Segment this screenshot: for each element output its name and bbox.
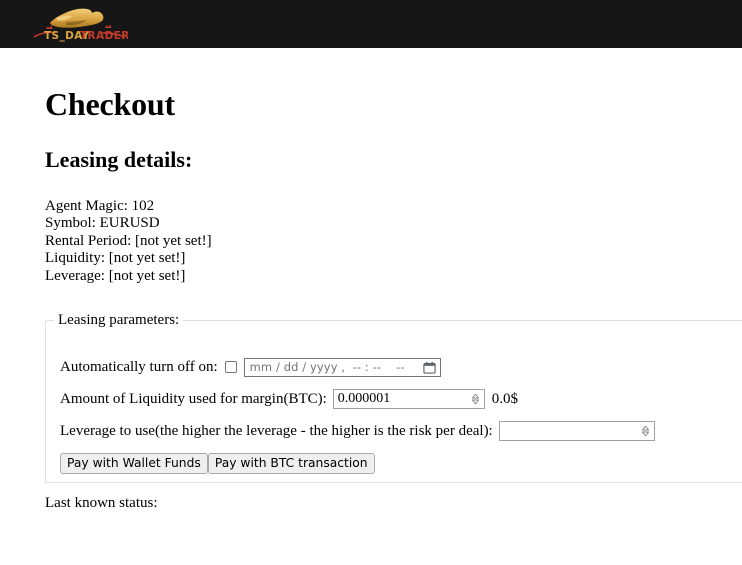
page-title: Checkout xyxy=(45,86,175,122)
row-liquidity-amount: Amount of Liquidity used for margin(BTC)… xyxy=(60,383,742,415)
page-content: Checkout Leasing details: Agent Magic: 1… xyxy=(0,86,742,512)
detail-liquidity: Liquidity: [not yet set!] xyxy=(45,250,186,267)
liquidity-value: 0.000001 xyxy=(337,391,391,407)
auto-turn-off-checkbox[interactable] xyxy=(224,361,237,374)
bull-logo-icon: TS_DAY TRADER xyxy=(33,8,129,42)
liquidity-label: Amount of Liquidity used for margin(BTC)… xyxy=(60,391,327,408)
leasing-parameters-legend: Leasing parameters: xyxy=(58,312,180,329)
auto-turn-off-label: Automatically turn off on: xyxy=(60,359,218,376)
liquidity-usd-equivalent: 0.0$ xyxy=(491,391,519,408)
site-header: TS_DAY TRADER xyxy=(0,0,742,48)
leverage-number-input[interactable] xyxy=(498,421,655,442)
detail-agent-magic: Agent Magic: 102 xyxy=(45,197,155,214)
row-auto-turn-off: Automatically turn off on: mm / dd / yyy… xyxy=(60,351,742,383)
leverage-label: Leverage to use(the higher the leverage … xyxy=(60,423,493,440)
detail-rental-period: Rental Period: [not yet set!] xyxy=(45,232,212,249)
auto-turn-off-datetime-input[interactable]: mm / dd / yyyy , -- : -- -- xyxy=(243,357,441,377)
row-leverage: Leverage to use(the higher the leverage … xyxy=(60,415,742,447)
last-known-status-label: Last known status: xyxy=(45,495,158,512)
right-tick-icon xyxy=(105,24,112,28)
pay-with-btc-transaction-button[interactable]: Pay with BTC transaction xyxy=(207,453,375,475)
leasing-details-list: Agent Magic: 102 Symbol: EURUSD Rental P… xyxy=(45,198,742,286)
datetime-placeholder-text: mm / dd / yyyy , -- : -- -- xyxy=(249,360,405,375)
spinner-updown-icon[interactable] xyxy=(470,392,481,406)
detail-symbol: Symbol: EURUSD xyxy=(45,215,160,232)
liquidity-number-input[interactable]: 0.000001 xyxy=(332,389,485,410)
brand-logo[interactable]: TS_DAY TRADER xyxy=(32,2,129,46)
leasing-parameters-fieldset: Leasing parameters: Automatically turn o… xyxy=(45,312,742,484)
calendar-icon[interactable] xyxy=(422,361,436,374)
spinner-updown-icon[interactable] xyxy=(640,424,651,438)
pay-with-wallet-funds-button[interactable]: Pay with Wallet Funds xyxy=(60,453,208,475)
left-tick-icon xyxy=(46,25,53,29)
detail-leverage: Leverage: [not yet set!] xyxy=(45,267,186,284)
payment-buttons: Pay with Wallet Funds Pay with BTC trans… xyxy=(60,453,742,475)
logo-text-secondary: TRADER xyxy=(80,30,128,42)
section-title-leasing-details: Leasing details: xyxy=(45,146,193,172)
